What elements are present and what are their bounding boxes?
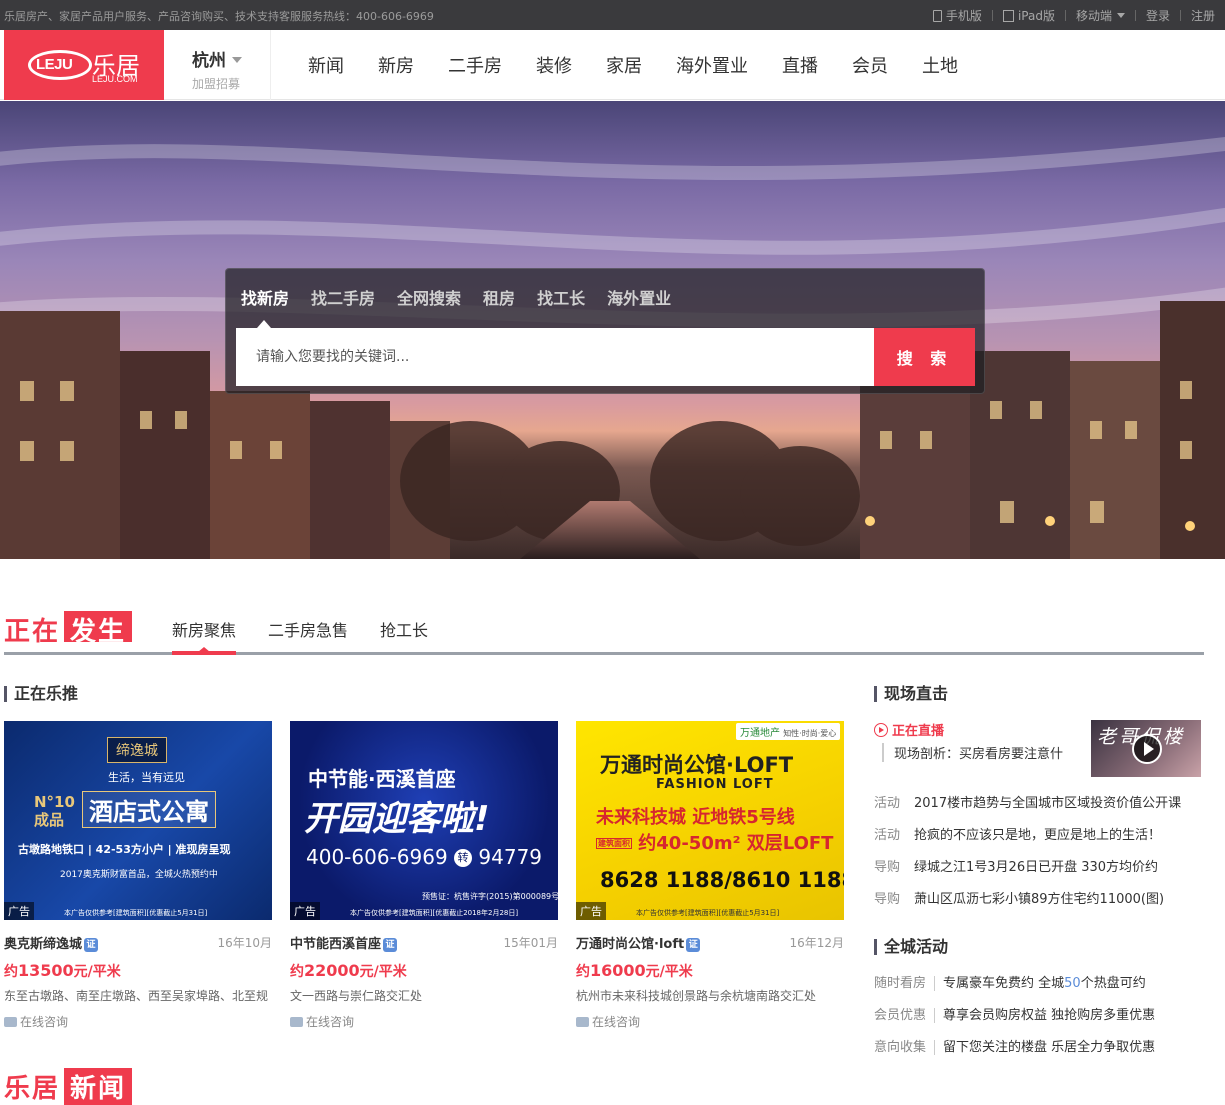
property-banner[interactable]: 缔逸城 生活，当有远见 N°10 成品 酒店式公寓 古墩路地铁口 | 42-53… (4, 721, 272, 920)
live-panel: 正在直播 现场剖析：买房看房要注意什 老哥侃楼 (874, 720, 1204, 777)
ipad-version-link[interactable]: iPad版 (1002, 7, 1055, 24)
list-item[interactable]: 活动 抢疯的不应该只是地，更应是地上的生活！ (874, 824, 1214, 856)
section-title-news: 乐居 新闻 (4, 1068, 133, 1105)
mobile-version-link[interactable]: 手机版 (932, 7, 982, 24)
live-video-thumbnail[interactable]: 老哥侃楼 (1091, 720, 1201, 777)
tab-new-home-focus[interactable]: 新房聚焦 (172, 617, 236, 641)
section-title-happening: 正在 发生 (4, 611, 133, 647)
property-price: 约22000元/平米 (290, 961, 407, 980)
service-hotline-text: 乐居房产、家居产品用户服务、产品咨询购买、技术支持客服服务热线：400-606-… (4, 10, 434, 23)
property-date: 15年01月 (503, 936, 558, 950)
main-nav: 新闻 新房 二手房 装修 家居 海外置业 直播 会员 土地 (308, 52, 992, 78)
city-name: 杭州 (192, 51, 226, 71)
property-name[interactable]: 中节能西溪首座证 (290, 933, 398, 952)
hero-banner: 找新房 找二手房 全网搜索 租房 找工长 海外置业 搜 索 (0, 101, 1225, 559)
search-tab-foreman[interactable]: 找工长 (537, 285, 585, 309)
search-tab-second-hand[interactable]: 找二手房 (311, 285, 375, 309)
top-bar: 乐居房产、家居产品用户服务、产品咨询购买、技术支持客服服务热线：400-606-… (0, 0, 1225, 30)
nav-second-hand[interactable]: 二手房 (448, 52, 502, 78)
property-address: 东至古墩路、南至庄墩路、西至吴家埠路、北至规 (4, 989, 269, 1003)
active-tab-arrow (198, 647, 210, 652)
tab-urgent-second-hand[interactable]: 二手房急售 (268, 617, 348, 641)
franchise-link[interactable]: 加盟招募 (192, 75, 242, 92)
nav-home[interactable]: 家居 (606, 52, 642, 78)
tablet-icon (1002, 10, 1014, 22)
property-date: 16年12月 (789, 936, 844, 950)
list-item[interactable]: 导购 萧山区瓜沥七彩小镇89方住宅约11000(图) (874, 888, 1214, 920)
nav-live[interactable]: 直播 (782, 52, 818, 78)
search-button[interactable]: 搜 索 (874, 328, 975, 386)
list-item[interactable]: 会员优惠 尊享会员购房权益 独抢购房多重优惠 (874, 1004, 1214, 1036)
site-header: LEJU 乐居 LEJU.COM 杭州 加盟招募 新闻 新房 二手房 装修 家居… (0, 30, 1225, 100)
nav-member[interactable]: 会员 (852, 52, 888, 78)
live-heading: 现场直击 (874, 686, 948, 702)
search-tabs: 找新房 找二手房 全网搜索 租房 找工长 海外置业 (241, 285, 693, 309)
property-banner[interactable]: 中节能·西溪首座 开园迎客啦! 400-606-6969 转 94779 预售证… (290, 721, 558, 920)
search-tab-rent[interactable]: 租房 (483, 285, 515, 309)
search-input[interactable] (236, 328, 874, 386)
list-item[interactable]: 意向收集 留下您关注的楼盘 乐居全力争取优惠 (874, 1036, 1214, 1068)
city-activity-heading: 全城活动 (874, 939, 948, 955)
search-panel: 找新房 找二手房 全网搜索 租房 找工长 海外置业 搜 索 (225, 268, 985, 394)
property-card[interactable]: 中节能·西溪首座 开园迎客啦! 400-606-6969 转 94779 预售证… (290, 721, 558, 1029)
caret-down-icon (1116, 13, 1125, 18)
search-tab-all[interactable]: 全网搜索 (397, 285, 461, 309)
live-news-list: 活动 2017楼市趋势与全国城市区域投资价值公开课 活动 抢疯的不应该只是地，更应是… (874, 792, 1214, 920)
leju-logo[interactable]: LEJU 乐居 LEJU.COM (4, 30, 164, 100)
promo-heading: 正在乐推 (4, 686, 78, 702)
nav-new-homes[interactable]: 新房 (378, 52, 414, 78)
logo-oval: LEJU (28, 50, 92, 80)
ad-label: 广告 (290, 902, 320, 920)
property-price: 约13500元/平米 (4, 961, 121, 980)
register-link[interactable]: 注册 (1191, 7, 1215, 24)
property-name[interactable]: 奥克斯缔逸城证 (4, 933, 99, 952)
list-item[interactable]: 活动 2017楼市趋势与全国城市区域投资价值公开课 (874, 792, 1214, 824)
online-consult-link[interactable]: 在线咨询 (290, 1013, 354, 1030)
play-icon[interactable] (1132, 734, 1162, 764)
city-selector[interactable]: 杭州 加盟招募 (192, 46, 242, 92)
ad-label: 广告 (576, 902, 606, 920)
property-card[interactable]: 缔逸城 生活，当有远见 N°10 成品 酒店式公寓 古墩路地铁口 | 42-53… (4, 721, 272, 1029)
property-address: 杭州市未来科技城创景路与余杭塘南路交汇处 (576, 989, 817, 1003)
verified-icon: 证 (383, 938, 398, 952)
ad-label: 广告 (4, 902, 34, 920)
search-tab-overseas[interactable]: 海外置业 (607, 285, 671, 309)
verified-icon: 证 (84, 938, 99, 952)
happening-tabs: 新房聚焦 二手房急售 抢工长 (172, 617, 460, 641)
active-tab-pointer (257, 320, 271, 328)
online-consult-link[interactable]: 在线咨询 (4, 1013, 68, 1030)
play-circle-icon (874, 723, 888, 737)
search-tab-new-home[interactable]: 找新房 (241, 285, 289, 309)
chat-icon (290, 1017, 303, 1027)
nav-decoration[interactable]: 装修 (536, 52, 572, 78)
property-price: 约16000元/平米 (576, 961, 693, 980)
phone-icon (932, 10, 942, 22)
chat-icon (576, 1017, 589, 1027)
verified-icon: 证 (686, 938, 701, 952)
property-address: 文一西路与崇仁路交汇处 (290, 989, 423, 1003)
caret-down-icon (232, 57, 242, 63)
property-name[interactable]: 万通时尚公馆·loft 证 (576, 933, 701, 952)
nav-news[interactable]: 新闻 (308, 52, 344, 78)
tab-foreman[interactable]: 抢工长 (380, 617, 428, 641)
nav-overseas[interactable]: 海外置业 (676, 52, 748, 78)
nav-land[interactable]: 土地 (922, 52, 958, 78)
property-banner[interactable]: 万通地产 知性·时尚·爱心 万通时尚公馆·LOFT FASHION LOFT 未… (576, 721, 844, 920)
mobile-end-dropdown[interactable]: 移动端 (1076, 7, 1125, 24)
city-activity-list: 随时看房 专属豪车免费约 全城50个热盘可约 会员优惠 尊享会员购房权益 独抢购房多… (874, 972, 1214, 1068)
top-links: 手机版 iPad版 移动端 登录 注册 (932, 7, 1215, 24)
list-item[interactable]: 导购 绿城之江1号3月26日已开盘 330方均价约 (874, 856, 1214, 888)
list-item[interactable]: 随时看房 专属豪车免费约 全城50个热盘可约 (874, 972, 1214, 1004)
property-date: 16年10月 (217, 936, 272, 950)
online-consult-link[interactable]: 在线咨询 (576, 1013, 640, 1030)
property-card[interactable]: 万通地产 知性·时尚·爱心 万通时尚公馆·LOFT FASHION LOFT 未… (576, 721, 844, 1029)
login-link[interactable]: 登录 (1146, 7, 1170, 24)
chat-icon (4, 1017, 17, 1027)
